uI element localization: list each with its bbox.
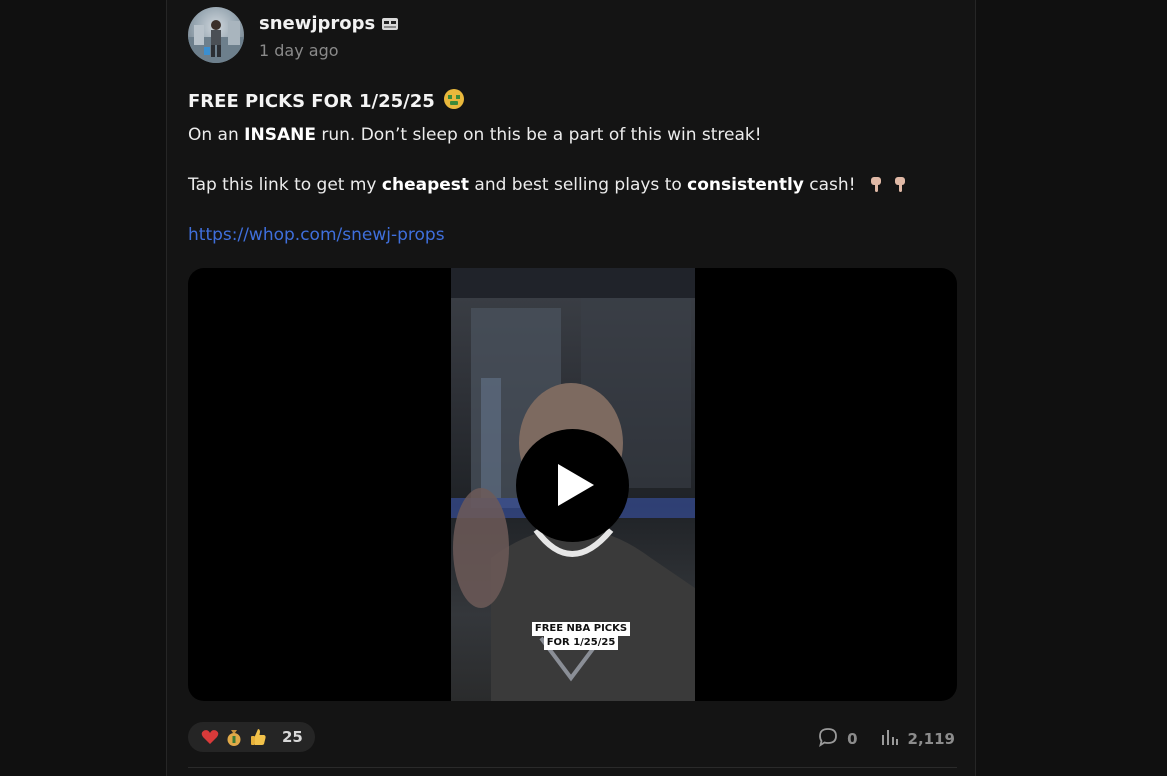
comments-stat[interactable]: 0 <box>817 726 858 752</box>
whop-link[interactable]: https://whop.com/snewj-props <box>188 225 445 245</box>
body-text: cash! <box>803 175 856 195</box>
post-card: snewjprops 1 day ago FREE PICKS FOR 1/25… <box>166 0 976 776</box>
body-bold-text: consistently <box>687 175 804 195</box>
video-caption-line-1: FREE NBA PICKS <box>531 622 631 636</box>
body-text: run. Don’t sleep on this be a part of th… <box>315 125 762 145</box>
comment-icon <box>817 726 839 752</box>
post-body-line-1: On an INSANE run. Don’t sleep on this be… <box>188 125 762 145</box>
post-stats: 0 2,119 <box>817 726 955 752</box>
divider <box>188 767 957 768</box>
author-avatar[interactable] <box>188 7 244 63</box>
body-text: and best selling plays to <box>469 175 688 195</box>
views-stat: 2,119 <box>880 727 955 751</box>
author-name[interactable]: snewjprops <box>259 13 375 34</box>
reaction-count: 25 <box>282 728 303 746</box>
body-text: On an <box>188 125 245 145</box>
view-count: 2,119 <box>907 730 955 748</box>
verified-badge-icon <box>381 15 399 33</box>
reactions-pill[interactable]: 25 <box>188 722 315 752</box>
post-body-line-2: Tap this link to get my cheapest and bes… <box>188 175 909 195</box>
post-title-text: FREE PICKS FOR 1/25/25 <box>188 91 435 112</box>
play-button[interactable] <box>516 429 629 542</box>
body-bold-text: cheapest <box>381 175 470 195</box>
post-timestamp: 1 day ago <box>259 41 339 60</box>
bar-chart-icon <box>880 727 900 751</box>
video-player[interactable]: FREE NBA PICKS FOR 1/25/25 <box>188 268 957 701</box>
author-username[interactable]: snewjprops <box>259 13 399 34</box>
post-title: FREE PICKS FOR 1/25/25 <box>188 88 465 115</box>
money-bag-emoji-icon <box>224 727 244 747</box>
money-mouth-face-icon <box>443 88 465 115</box>
video-caption: FREE NBA PICKS FOR 1/25/25 <box>526 622 636 650</box>
comment-count: 0 <box>847 730 858 748</box>
thumbs-up-emoji-icon <box>248 727 268 747</box>
pointing-down-hand-icon <box>891 175 909 193</box>
body-text: Tap this link to get my <box>188 175 382 195</box>
pointing-down-hand-icon <box>867 175 885 193</box>
video-caption-line-2: FOR 1/25/25 <box>543 636 619 650</box>
heart-emoji-icon <box>200 727 220 747</box>
body-bold-text: INSANE <box>244 125 316 145</box>
